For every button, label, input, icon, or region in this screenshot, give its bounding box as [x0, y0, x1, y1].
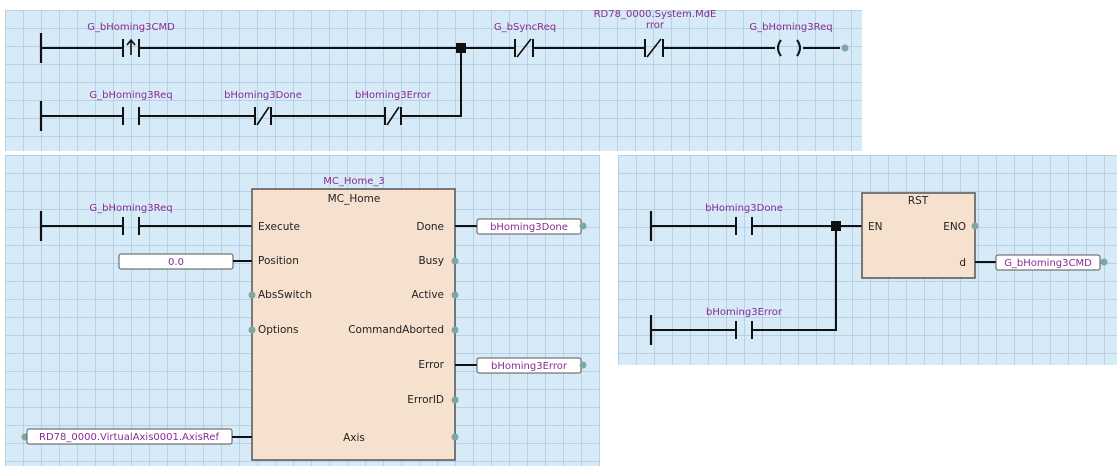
rst-pin-d: d: [959, 257, 966, 269]
fb-instance-name: MC_Home_3: [323, 176, 385, 187]
contact-label-done: bHoming3Done: [224, 90, 302, 101]
rst-contact-label-done: bHoming3Done: [705, 203, 783, 214]
pin-active: Active: [412, 289, 444, 301]
coil-label: G_bHoming3Req: [749, 22, 832, 33]
contact-label-error: bHoming3Error: [355, 90, 432, 101]
contact-label-mderror-2: rror: [646, 20, 665, 31]
pin-connector-options[interactable]: [248, 326, 256, 334]
rung-end-connector: [841, 44, 849, 52]
rst-diagram: bHoming3Done bHoming3Error RST EN ENO d …: [649, 192, 1108, 345]
error-variable: bHoming3Error: [491, 361, 568, 372]
coil-homing3req[interactable]: [777, 39, 801, 57]
pin-options: Options: [258, 324, 299, 336]
contact-label-mderror-1: RD78_0000.System.MdE: [594, 10, 717, 20]
pin-commandaborted: CommandAborted: [348, 324, 444, 336]
pin-position: Position: [258, 255, 299, 267]
contact-no-homing3req[interactable]: [122, 107, 140, 125]
rst-target-variable: G_bHoming3CMD: [1004, 258, 1092, 269]
rst-junction-node: [831, 221, 841, 231]
junction-node: [456, 43, 466, 53]
pin-execute: Execute: [258, 221, 300, 233]
done-variable: bHoming3Done: [490, 222, 568, 233]
rst-pin-eno: ENO: [943, 221, 966, 233]
rung-1-diagram: G_bHoming3CMD G_bSyncReq RD78_0000.Syste…: [39, 10, 849, 131]
pin-connector-commandaborted[interactable]: [451, 326, 459, 334]
contact-nc-homing3done[interactable]: [254, 106, 272, 126]
rung-1-branch-wire: [41, 48, 462, 117]
contact-no-homing3done-rst[interactable]: [735, 217, 753, 235]
pin-connector-active[interactable]: [451, 291, 459, 299]
axis-variable: RD78_0000.VirtualAxis0001.AxisRef: [39, 432, 219, 443]
mc-home-diagram: G_bHoming3Req MC_Home_3 MC_Home Execute …: [21, 176, 587, 461]
fb-contact-label: G_bHoming3Req: [89, 203, 172, 214]
pin-error: Error: [418, 359, 444, 371]
pin-absswitch: AbsSwitch: [258, 289, 312, 301]
pin-errorid: ErrorID: [407, 394, 444, 406]
done-connector: [579, 222, 587, 230]
contact-label-req: G_bHoming3Req: [89, 90, 172, 101]
position-value: 0.0: [168, 257, 184, 268]
rst-panel: bHoming3Done bHoming3Error RST EN ENO d …: [618, 155, 1117, 365]
pin-connector-busy[interactable]: [451, 257, 459, 265]
rst-title: RST: [908, 195, 929, 207]
function-block-panel: G_bHoming3Req MC_Home_3 MC_Home Execute …: [5, 155, 600, 466]
rst-eno-connector[interactable]: [971, 222, 979, 230]
pin-connector-errorid[interactable]: [451, 396, 459, 404]
pin-busy: Busy: [418, 255, 444, 267]
contact-label-syncreq: G_bSyncReq: [494, 22, 556, 33]
ladder-rung-panel-1: G_bHoming3CMD G_bSyncReq RD78_0000.Syste…: [5, 10, 862, 151]
pin-connector-absswitch[interactable]: [248, 291, 256, 299]
fb-type-name: MC_Home: [328, 193, 381, 205]
contact-label-cmd: G_bHoming3CMD: [87, 22, 175, 33]
rst-contact-label-error: bHoming3Error: [706, 307, 783, 318]
pin-done: Done: [416, 221, 444, 233]
pin-connector-axis-out[interactable]: [451, 433, 459, 441]
contact-nc-mderror[interactable]: [644, 38, 664, 58]
contact-nc-homing3error[interactable]: [384, 106, 402, 126]
rst-target-connector: [1100, 258, 1108, 266]
contact-no-homing3req-fb[interactable]: [122, 217, 140, 235]
pin-axis: Axis: [343, 432, 365, 444]
contact-rising-edge[interactable]: [122, 38, 140, 57]
contact-nc-syncreq[interactable]: [514, 38, 534, 58]
rst-pin-en: EN: [868, 221, 883, 233]
error-connector: [579, 361, 587, 369]
contact-no-homing3error-rst[interactable]: [735, 321, 753, 339]
